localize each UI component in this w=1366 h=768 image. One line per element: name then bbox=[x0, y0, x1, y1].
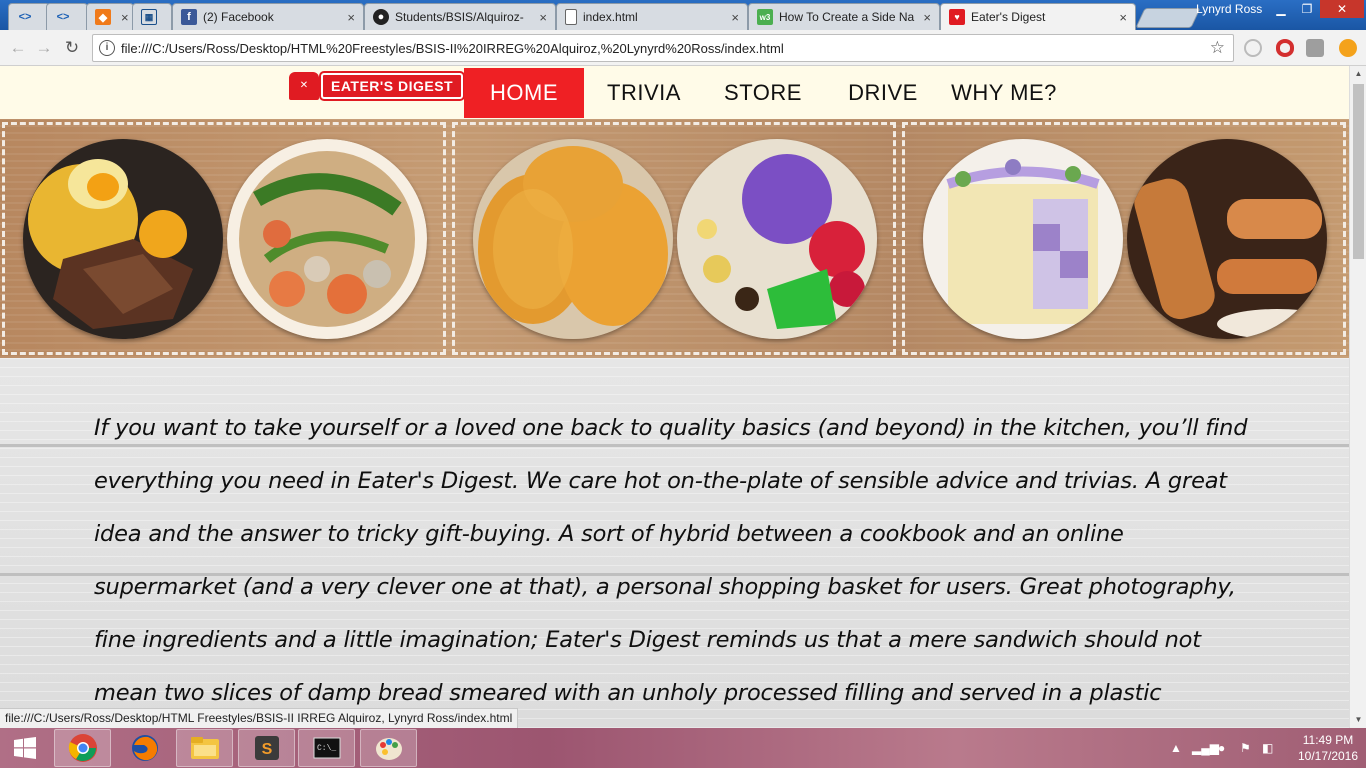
tab-eaters-digest[interactable]: ♥ Eater's Digest × bbox=[940, 3, 1136, 30]
close-icon[interactable]: × bbox=[731, 10, 739, 25]
svg-text:S: S bbox=[261, 741, 272, 758]
taskbar-clock[interactable]: 11:49 PM 10/17/2016 bbox=[1296, 732, 1360, 764]
reload-icon[interactable]: ↻ bbox=[60, 36, 84, 60]
svg-text:C:\_: C:\_ bbox=[317, 744, 336, 753]
nav-why-me[interactable]: WHY ME? bbox=[946, 68, 1062, 118]
banner-panel bbox=[2, 122, 446, 355]
close-icon[interactable]: × bbox=[347, 10, 355, 25]
tab-facebook[interactable]: f (2) Facebook × bbox=[172, 3, 364, 30]
eaters-digest-icon: ♥ bbox=[949, 9, 965, 25]
site-navbar: ✕ EATER'S DIGEST HOME TRIVIA STORE DRIVE… bbox=[0, 66, 1349, 119]
lumpia-image bbox=[1127, 139, 1327, 339]
new-tab-button[interactable] bbox=[1135, 8, 1201, 28]
back-icon[interactable]: ← bbox=[6, 36, 30, 60]
banner-panel bbox=[902, 122, 1346, 355]
restore-icon[interactable]: ❐ bbox=[1294, 0, 1320, 18]
paint-taskbar-button[interactable] bbox=[360, 729, 417, 767]
sublime-text-icon: S bbox=[254, 736, 279, 760]
close-icon[interactable]: × bbox=[539, 10, 547, 25]
page-scrollbar[interactable]: ▲ ▼ bbox=[1349, 66, 1366, 728]
puzzle-icon[interactable] bbox=[1306, 39, 1324, 57]
nav-store[interactable]: STORE bbox=[708, 68, 818, 118]
clock-time: 11:49 PM bbox=[1302, 733, 1354, 747]
windows-logo-icon bbox=[14, 737, 36, 759]
banner-panel bbox=[452, 122, 896, 355]
opera-icon[interactable] bbox=[1276, 39, 1294, 57]
action-center-icon[interactable]: ⚑ bbox=[1240, 728, 1251, 768]
close-window-icon[interactable]: ✕ bbox=[1320, 0, 1364, 18]
extension-icon[interactable] bbox=[1244, 39, 1262, 57]
tab-code-2[interactable]: <> bbox=[46, 3, 88, 30]
code-icon: <> bbox=[56, 11, 70, 23]
tab-orange-box[interactable]: ◆ × bbox=[86, 3, 134, 30]
scroll-down-icon[interactable]: ▼ bbox=[1350, 712, 1366, 728]
ube-cake-image bbox=[923, 139, 1123, 339]
fork-knife-icon: ✕ bbox=[289, 72, 319, 100]
facebook-icon: f bbox=[181, 9, 197, 25]
show-hidden-icons[interactable]: ▲ bbox=[1170, 728, 1182, 768]
github-icon: ● bbox=[373, 9, 389, 25]
tab-code-1[interactable]: <> bbox=[8, 3, 50, 30]
bookmark-star-icon[interactable]: ☆ bbox=[1210, 38, 1225, 58]
sublime-taskbar-button[interactable]: S bbox=[238, 729, 295, 767]
chrome-taskbar-button[interactable] bbox=[54, 729, 111, 767]
close-icon[interactable]: × bbox=[121, 10, 129, 25]
page-viewport: ✕ EATER'S DIGEST HOME TRIVIA STORE DRIVE… bbox=[0, 66, 1349, 728]
nav-home[interactable]: HOME bbox=[464, 68, 584, 118]
firefox-icon bbox=[131, 735, 158, 761]
w3-icon: w3 bbox=[757, 9, 773, 25]
tab-grid[interactable]: ▦ bbox=[132, 3, 172, 30]
paint-icon bbox=[375, 738, 402, 760]
command-prompt-icon: C:\_ bbox=[313, 737, 340, 759]
address-bar[interactable]: i file:///C:/Users/Ross/Desktop/HTML%20F… bbox=[92, 34, 1234, 62]
file-icon bbox=[565, 9, 577, 25]
menu-icon[interactable] bbox=[1339, 39, 1357, 57]
tapa-silog-image bbox=[23, 139, 223, 339]
volume-icon[interactable]: ◧ bbox=[1262, 728, 1273, 768]
intro-paragraph: If you want to take yourself or a loved … bbox=[94, 415, 1248, 706]
clock-date: 10/17/2016 bbox=[1297, 749, 1359, 763]
signal-icon[interactable]: ▂▄▆ bbox=[1192, 728, 1219, 768]
nav-drive[interactable]: DRIVE bbox=[830, 68, 936, 118]
info-icon[interactable]: i bbox=[99, 40, 115, 56]
code-icon: <> bbox=[18, 11, 32, 23]
close-icon[interactable]: × bbox=[923, 10, 931, 25]
scroll-thumb[interactable] bbox=[1353, 84, 1364, 259]
cmd-taskbar-button[interactable]: C:\_ bbox=[298, 729, 355, 767]
profile-name[interactable]: Lynyrd Ross bbox=[1196, 2, 1262, 16]
orange-box-icon: ◆ bbox=[95, 9, 111, 25]
tab-index-html[interactable]: index.html × bbox=[556, 3, 748, 30]
scroll-up-icon[interactable]: ▲ bbox=[1350, 66, 1366, 82]
nav-trivia[interactable]: TRIVIA bbox=[590, 68, 698, 118]
file-explorer-icon bbox=[190, 737, 219, 759]
forward-icon[interactable]: → bbox=[32, 36, 56, 60]
tab-w3schools[interactable]: w3 How To Create a Side Na × bbox=[748, 3, 940, 30]
browser-tab-strip: <> <> ◆ × ▦ f (2) Facebook × ● Students/… bbox=[0, 0, 1366, 30]
close-icon[interactable]: × bbox=[1119, 10, 1127, 25]
food-banner bbox=[0, 119, 1349, 358]
status-bar: file:///C:/Users/Ross/Desktop/HTML Frees… bbox=[0, 708, 519, 728]
halo-halo-image bbox=[677, 139, 877, 339]
url-text[interactable]: file:///C:/Users/Ross/Desktop/HTML%20Fre… bbox=[121, 41, 784, 56]
windows-taskbar: S C:\_ ▲ ▂▄▆ ● ⚑ ◧ 11:49 PM 10/17/2016 bbox=[0, 728, 1366, 768]
firefox-taskbar-button[interactable] bbox=[116, 729, 173, 767]
minimize-icon[interactable]: ▁ bbox=[1268, 0, 1294, 18]
grid-icon: ▦ bbox=[141, 9, 157, 25]
start-button[interactable] bbox=[0, 728, 50, 768]
network-icon[interactable]: ● bbox=[1218, 728, 1225, 768]
browser-toolbar: ← → ↻ i file:///C:/Users/Ross/Desktop/HT… bbox=[0, 30, 1366, 66]
site-logo[interactable]: ✕ EATER'S DIGEST bbox=[289, 71, 466, 101]
file-explorer-taskbar-button[interactable] bbox=[176, 729, 233, 767]
sesame-buchi-image bbox=[473, 139, 673, 339]
intro-section: If you want to take yourself or a loved … bbox=[0, 358, 1349, 728]
tab-github[interactable]: ● Students/BSIS/Alquiroz- × bbox=[364, 3, 556, 30]
chrome-icon bbox=[68, 734, 97, 762]
sinigang-image bbox=[227, 139, 427, 339]
